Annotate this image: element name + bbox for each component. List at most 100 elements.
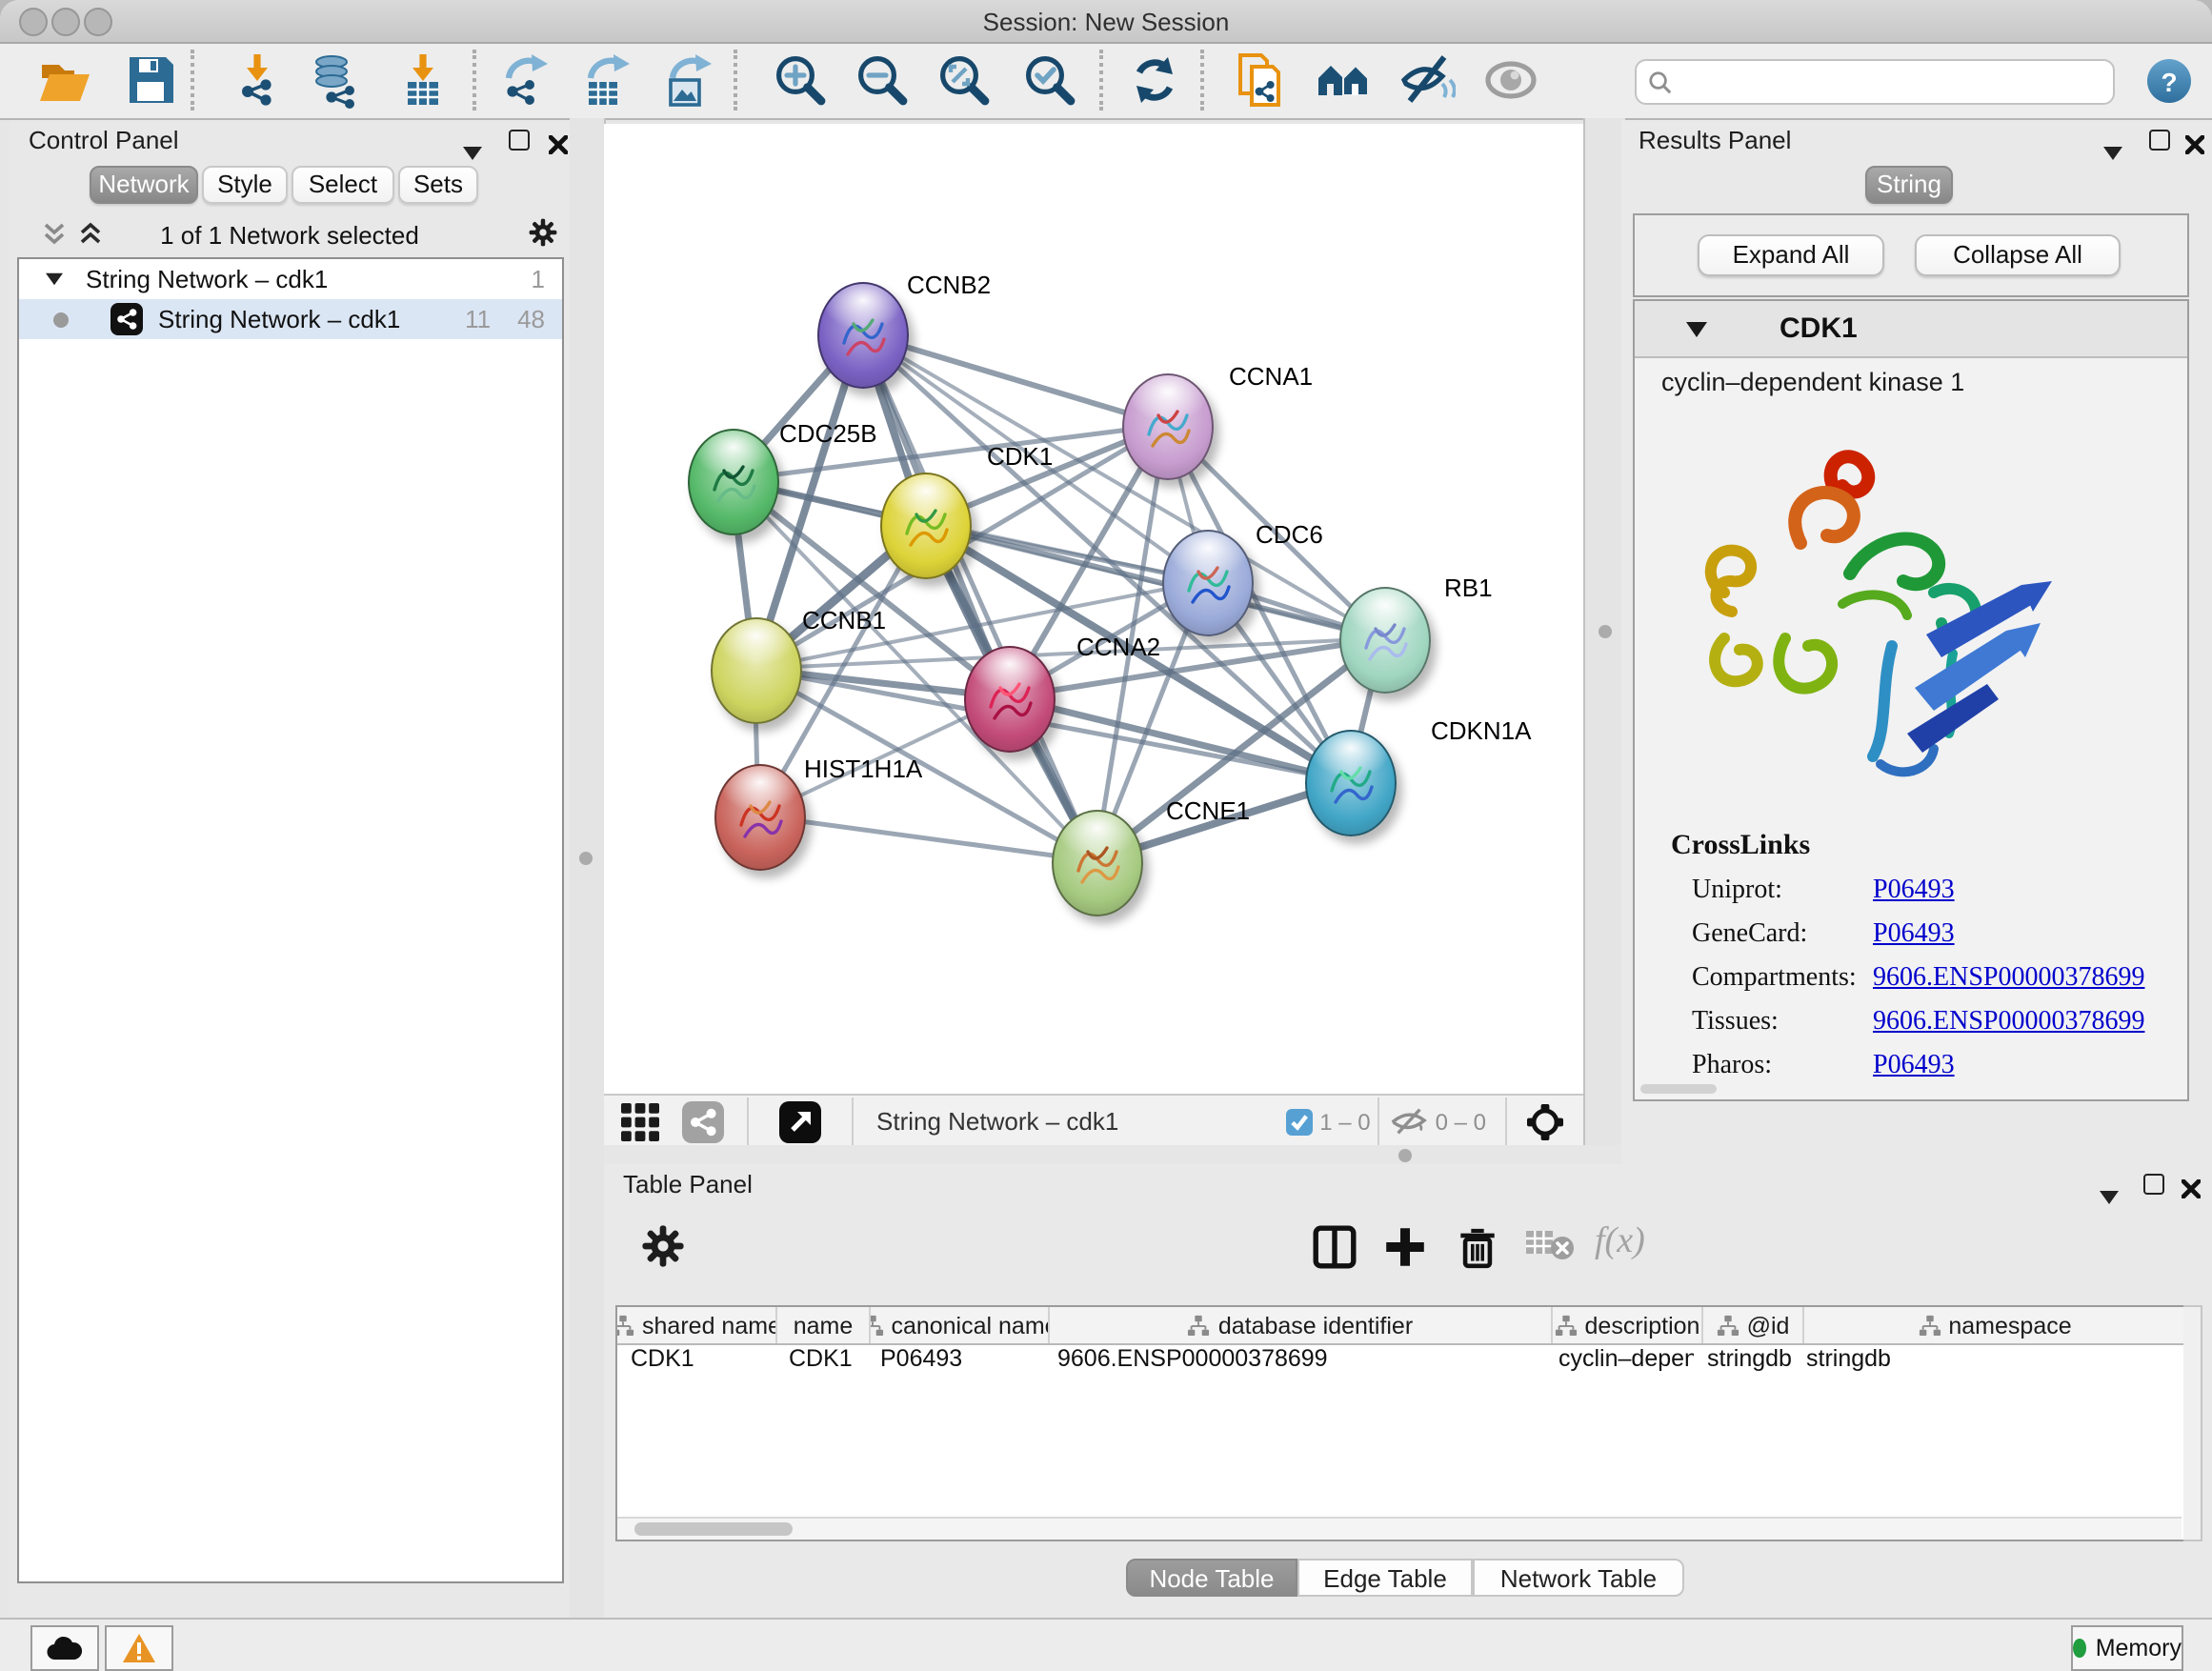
table-horizontal-scrollbar[interactable] (617, 1517, 2182, 1540)
table-vertical-scrollbar[interactable] (2183, 1305, 2202, 1541)
tab-select[interactable]: Select (292, 166, 394, 204)
fit-selected-crosshair-icon[interactable] (1526, 1102, 1564, 1140)
cell-name[interactable]: CDK1 (775, 1345, 867, 1385)
results-panel-float-icon[interactable] (2149, 130, 2170, 151)
right-splitter[interactable] (1583, 118, 1625, 1166)
card-scrollbar-thumb[interactable] (1640, 1084, 1717, 1094)
tab-node-table[interactable]: Node Table (1126, 1559, 1297, 1597)
selected-nodes-checkbox-icon[interactable] (1285, 1108, 1312, 1135)
table-row[interactable]: CDK1CDK1P064939606.ENSP00000378699cyclin… (617, 1345, 2185, 1385)
table-options-gear-icon[interactable] (640, 1223, 690, 1273)
network-node-CCNA1[interactable] (1122, 373, 1214, 480)
control-panel-collapse-icon[interactable] (463, 135, 482, 170)
table-panel-collapse-icon[interactable] (2100, 1179, 2119, 1214)
network-node-CCNE1[interactable] (1052, 810, 1143, 916)
show-all-icon[interactable] (1482, 51, 1539, 109)
cell-canonical-name[interactable]: P06493 (867, 1345, 1044, 1385)
export-table-icon[interactable] (577, 51, 634, 109)
zoom-selected-icon[interactable] (1021, 51, 1078, 109)
save-session-icon[interactable] (122, 51, 179, 109)
open-session-icon[interactable] (36, 51, 93, 109)
network-view-canvas[interactable]: CCNB2CCNA1CDC25BCDK1CDC6RB1CCNB1CCNA2CDK… (604, 124, 1583, 1094)
column-header-shared-name[interactable]: shared name (617, 1307, 777, 1343)
export-network-icon[interactable] (495, 51, 553, 109)
tab-string[interactable]: String (1865, 166, 1953, 204)
help-icon[interactable]: ? (2147, 59, 2191, 103)
tab-network-table[interactable]: Network Table (1473, 1559, 1684, 1597)
network-options-gear-icon[interactable] (528, 217, 558, 257)
control-panel-close-icon[interactable] (549, 130, 568, 164)
table-panel-close-icon[interactable] (2182, 1174, 2201, 1208)
network-node-CCNA2[interactable] (964, 646, 1056, 753)
tab-sets[interactable]: Sets (398, 166, 478, 204)
zoom-out-icon[interactable] (854, 51, 911, 109)
cdk1-card-header[interactable]: CDK1 (1635, 301, 2187, 358)
search-field[interactable] (1635, 59, 2115, 105)
export-image-icon[interactable] (659, 51, 716, 109)
crosslink-uniprot-link[interactable]: P06493 (1873, 876, 1955, 907)
column-header-namespace[interactable]: namespace (1804, 1307, 2187, 1343)
memory-button[interactable]: Memory (2071, 1625, 2183, 1671)
column-header-database-identifier[interactable]: database identifier (1050, 1307, 1553, 1343)
import-network-database-icon[interactable] (309, 51, 366, 109)
show-columns-icon[interactable] (1311, 1223, 1360, 1273)
network-collection-row[interactable]: String Network – cdk1 1 (19, 259, 562, 299)
network-node-CCNB1[interactable] (711, 617, 802, 724)
zoom-in-icon[interactable] (772, 51, 829, 109)
create-column-plus-icon[interactable] (1381, 1223, 1431, 1273)
network-node-CDC6[interactable] (1162, 530, 1254, 636)
cell--id[interactable]: stringdb:9... (1694, 1345, 1793, 1385)
network-node-RB1[interactable] (1339, 587, 1431, 694)
tab-style[interactable]: Style (202, 166, 288, 204)
column-header-description[interactable]: description (1553, 1307, 1703, 1343)
scrollbar-thumb[interactable] (634, 1522, 793, 1536)
hidden-eye-slash-icon[interactable] (1392, 1107, 1428, 1136)
splitter-handle[interactable] (1599, 625, 1612, 638)
splitter-handle[interactable] (579, 852, 593, 865)
cdk1-collapse-icon[interactable] (1686, 321, 1707, 336)
network-node-CDKN1A[interactable] (1305, 730, 1397, 836)
collection-expand-icon[interactable] (46, 272, 63, 286)
cell-namespace[interactable]: stringdb (1793, 1345, 2174, 1385)
hide-selected-icon[interactable] (1398, 51, 1456, 109)
left-splitter[interactable] (570, 118, 606, 1618)
column-header-canonical-name[interactable]: canonical name (871, 1307, 1050, 1343)
expand-all-button[interactable]: Expand All (1698, 234, 1884, 276)
first-neighbors-icon[interactable] (1315, 51, 1372, 109)
column-header--id[interactable]: @id (1703, 1307, 1804, 1343)
import-table-file-icon[interactable] (394, 51, 452, 109)
splitter-handle[interactable] (1398, 1149, 1412, 1162)
network-edges[interactable] (604, 124, 1583, 1094)
grid-view-icon[interactable] (619, 1100, 661, 1142)
column-header-name[interactable]: name (777, 1307, 871, 1343)
tab-network[interactable]: Network (90, 166, 198, 204)
network-node-CDK1[interactable] (880, 473, 972, 579)
delete-column-trash-icon[interactable] (1454, 1223, 1503, 1273)
zoom-fit-icon[interactable] (935, 51, 993, 109)
table-panel-float-icon[interactable] (2143, 1174, 2164, 1195)
network-node-HIST1H1A[interactable] (714, 764, 806, 871)
control-panel-float-icon[interactable] (509, 130, 530, 151)
network-node-CDC25B[interactable] (688, 429, 779, 535)
crosslink-genecard-link[interactable]: P06493 (1873, 920, 1955, 951)
import-network-file-icon[interactable] (229, 51, 286, 109)
crosslink-compartments-link[interactable]: 9606.ENSP00000378699 (1873, 964, 2144, 995)
clone-network-icon[interactable] (1231, 51, 1288, 109)
results-panel-close-icon[interactable] (2185, 130, 2204, 164)
tab-edge-table[interactable]: Edge Table (1297, 1559, 1473, 1597)
cell-shared-name[interactable]: CDK1 (617, 1345, 775, 1385)
search-input[interactable] (1677, 67, 2113, 97)
cloud-button[interactable] (30, 1625, 99, 1671)
crosslink-pharos-link[interactable]: P06493 (1873, 1052, 1955, 1082)
cell-description[interactable]: cyclin–dependent ... (1545, 1345, 1694, 1385)
network-node-CCNB2[interactable] (817, 282, 909, 389)
network-row-selected[interactable]: String Network – cdk1 11 48 (19, 299, 562, 339)
warning-button[interactable] (105, 1625, 173, 1671)
crosslink-tissues-link[interactable]: 9606.ENSP00000378699 (1873, 1008, 2144, 1038)
birds-eye-view-icon[interactable] (779, 1100, 821, 1142)
collapse-all-button[interactable]: Collapse All (1915, 234, 2121, 276)
refresh-icon[interactable] (1126, 51, 1183, 109)
network-share-view-icon[interactable] (682, 1100, 724, 1142)
cell-database-identifier[interactable]: 9606.ENSP00000378699 (1044, 1345, 1545, 1385)
results-panel-collapse-icon[interactable] (2103, 135, 2122, 170)
